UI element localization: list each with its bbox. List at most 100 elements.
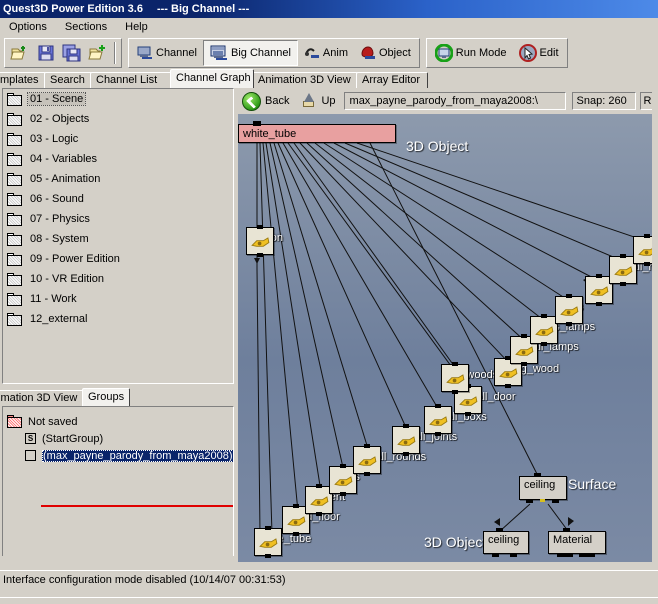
mode-object-button[interactable]: Object <box>354 40 417 66</box>
back-label: Back <box>265 95 290 107</box>
node-box[interactable] <box>254 526 282 558</box>
tree-item-10-vr-edition[interactable]: 10 - VR Edition <box>3 269 233 289</box>
tab-templates[interactable]: mplates <box>0 72 46 88</box>
left-panel-tab-strip: imation 3D View Groups <box>0 388 236 406</box>
toolbar-new-button[interactable] <box>7 40 33 66</box>
node-white-tube-selected[interactable]: white_tube <box>238 121 396 143</box>
graph-toolbar: Back Up max_payne_parody_from_maya2008:\… <box>236 88 658 114</box>
group-root-row[interactable]: Not saved <box>3 413 233 430</box>
gear-icon <box>397 436 416 446</box>
tab-animation-3d-view[interactable]: Animation 3D View <box>252 72 358 88</box>
node-walls[interactable]: walls <box>555 294 583 326</box>
tree-item-11-work[interactable]: 11 - Work <box>3 289 233 309</box>
group-item-startgroup[interactable]: S (StartGroup) <box>3 430 233 447</box>
window-subtitle: --- Big Channel --- <box>156 3 250 15</box>
mode-big-channel-button[interactable]: Big Channel <box>202 40 298 66</box>
node-box[interactable] <box>530 314 558 346</box>
gear-icon <box>251 237 270 247</box>
up-button[interactable]: Up <box>289 93 336 109</box>
node-ceiling-data[interactable]: ceiling <box>483 528 529 557</box>
group-item-label: (StartGroup) <box>42 432 104 445</box>
tab-search[interactable]: Search <box>44 72 92 88</box>
tree-item-03-logic[interactable]: 03 - Logic <box>3 129 233 149</box>
tab-channel-list[interactable]: Channel List <box>90 72 172 88</box>
node-ceiling-surface[interactable]: ceiling <box>519 473 567 503</box>
mode-anim-label: Anim <box>322 47 348 59</box>
groups-panel[interactable]: Not saved S (StartGroup) (max_payne_paro… <box>2 406 234 558</box>
mode-anim-button[interactable]: Anim <box>298 40 354 66</box>
node-material[interactable]: Material <box>548 528 606 557</box>
node-box[interactable] <box>424 404 452 436</box>
node-wins[interactable]: wins <box>585 274 613 306</box>
node-port-bottom <box>435 432 441 436</box>
node-port-yellow <box>540 499 545 502</box>
tree-item-08-system[interactable]: 08 - System <box>3 229 233 249</box>
mode-channel-button[interactable]: Channel <box>131 40 203 66</box>
node-box[interactable] <box>441 362 469 394</box>
node-port-top <box>566 294 572 298</box>
gear-icon <box>310 496 329 506</box>
node-box[interactable] <box>555 294 583 326</box>
tree-item-label: 10 - VR Edition <box>30 273 104 285</box>
main-toolbar: Channel Big Channel Anim Object Run Mode… <box>0 37 658 69</box>
gear-icon <box>287 516 306 526</box>
tree-item-02-objects[interactable]: 02 - Objects <box>3 109 233 129</box>
node-port-top <box>316 484 322 488</box>
monitor-icon <box>137 46 152 59</box>
channel-graph-canvas[interactable]: white_tube 3D Object Surface 3D ObjectDa… <box>238 114 658 562</box>
back-button[interactable]: Back <box>236 91 290 111</box>
node-box[interactable] <box>246 225 274 257</box>
tree-item-05-animation[interactable]: 05 - Animation <box>3 169 233 189</box>
node-port-top <box>620 254 626 258</box>
right-scroll-strip[interactable] <box>652 88 658 564</box>
status-bar: Interface configuration mode disabled (1… <box>0 570 658 589</box>
group-item-max-payne[interactable]: (max_payne_parody_from_maya2008) <box>3 447 233 464</box>
gear-icon <box>614 266 633 276</box>
gear-icon <box>459 396 478 406</box>
menu-sections[interactable]: Sections <box>56 19 116 35</box>
horizontal-splitter[interactable] <box>0 556 236 564</box>
toolbar-save-button[interactable] <box>33 40 59 66</box>
tree-item-07-physics[interactable]: 07 - Physics <box>3 209 233 229</box>
mode-run-button[interactable]: Run Mode <box>429 40 513 66</box>
menu-options[interactable]: Options <box>0 19 56 35</box>
toolbar-save-as-button[interactable] <box>59 40 85 66</box>
node-top-woods[interactable]: top_woods <box>441 362 498 394</box>
tab-array-editor[interactable]: Array Editor <box>356 72 428 88</box>
mode-toolbar-group: Channel Big Channel Anim Object <box>128 38 420 68</box>
node-port-bottom-left <box>526 499 533 503</box>
tree-item-01-scene[interactable]: 01 - Scene <box>3 89 233 109</box>
tab-groups[interactable]: Groups <box>82 388 130 406</box>
mode-edit-button[interactable]: Edit <box>513 40 565 66</box>
snap-field[interactable]: Snap: 260 <box>571 92 636 110</box>
up-arrow-icon <box>301 93 317 109</box>
checkbox-icon[interactable] <box>25 450 36 461</box>
gear-icon <box>429 416 448 426</box>
tree-item-label: 02 - Objects <box>30 113 90 125</box>
tree-item-04-variables[interactable]: 04 - Variables <box>3 149 233 169</box>
node-port-bottom <box>452 390 458 394</box>
graph-path-field[interactable]: max_payne_parody_from_maya2008:\ <box>343 92 566 110</box>
node-box[interactable] <box>353 444 381 476</box>
tab-animation-3d-view-bottom[interactable]: imation 3D View <box>0 390 84 406</box>
node-label: ceiling <box>488 534 520 546</box>
node-port-bottom <box>265 554 271 558</box>
folder-icon <box>7 192 23 206</box>
tree-item-06-sound[interactable]: 06 - Sound <box>3 189 233 209</box>
tree-item-09-power-edition[interactable]: 09 - Power Edition <box>3 249 233 269</box>
app-title: Quest3D Power Edition 3.6 <box>3 3 143 15</box>
tag-surface: Surface <box>568 476 617 492</box>
folder-icon <box>7 232 23 246</box>
tab-channel-graph[interactable]: Channel Graph <box>170 69 254 88</box>
tree-item-label: 05 - Animation <box>30 173 101 185</box>
node-port-top <box>521 334 527 338</box>
node-box[interactable] <box>392 424 420 456</box>
node-port-bottom <box>566 322 572 326</box>
monitor-big-icon <box>210 45 227 60</box>
tree-item-12-external[interactable]: 12_external <box>3 309 233 329</box>
edit-cursor-icon <box>518 44 537 62</box>
node-motion[interactable]: Motion <box>246 225 283 257</box>
template-tree[interactable]: 01 - Scene 02 - Objects 03 - Logic 04 - … <box>2 88 234 384</box>
toolbar-open-button[interactable] <box>85 40 111 66</box>
menu-help[interactable]: Help <box>116 19 157 35</box>
